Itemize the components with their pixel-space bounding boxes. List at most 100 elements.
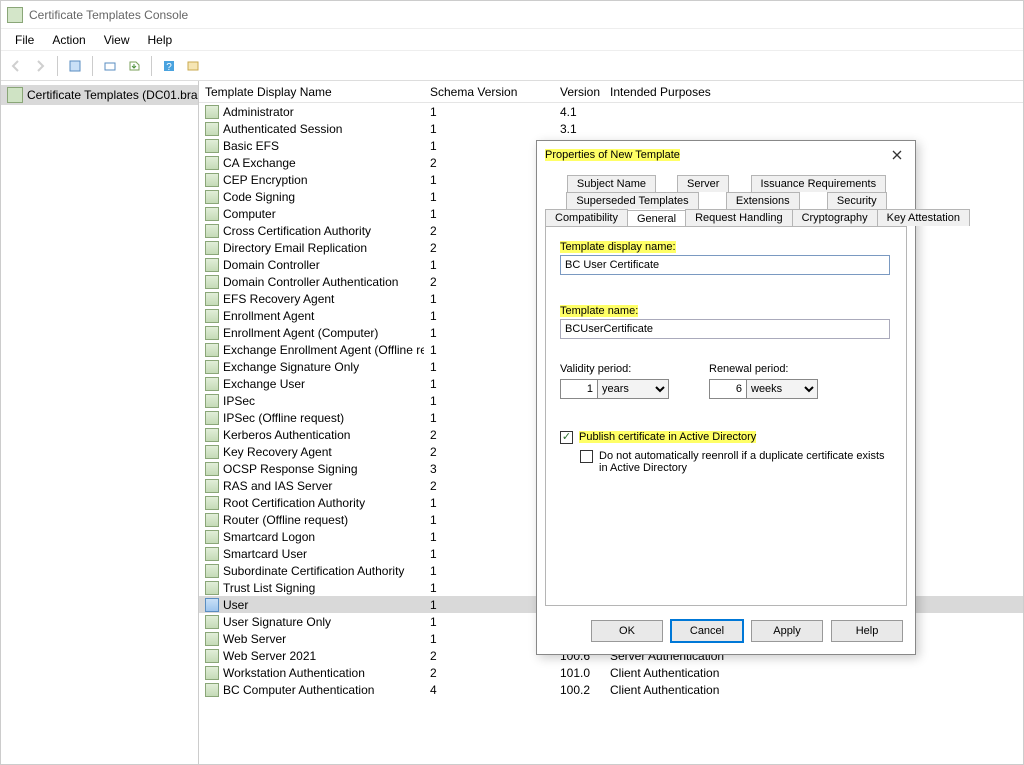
template-icon [205, 479, 219, 493]
close-button[interactable] [887, 145, 907, 165]
template-name-cell: Exchange User [223, 377, 305, 391]
schema-version-cell: 4 [424, 683, 554, 697]
table-row[interactable]: Administrator14.1 [199, 103, 1023, 120]
display-name-input[interactable] [560, 255, 890, 275]
tree-pane[interactable]: Certificate Templates (DC01.brainte [1, 81, 199, 764]
apply-button[interactable]: Apply [751, 620, 823, 642]
tab-cryptography[interactable]: Cryptography [792, 209, 878, 226]
tab-key-attestation[interactable]: Key Attestation [877, 209, 970, 226]
template-icon [205, 547, 219, 561]
schema-version-cell: 2 [424, 479, 554, 493]
dialog-titlebar: Properties of New Template [537, 141, 915, 169]
tab-issuance-requirements[interactable]: Issuance Requirements [751, 175, 887, 192]
tab-security[interactable]: Security [827, 192, 887, 209]
schema-version-cell: 2 [424, 224, 554, 238]
tab-compatibility[interactable]: Compatibility [545, 209, 628, 226]
template-icon [205, 105, 219, 119]
template-icon [205, 258, 219, 272]
template-name-cell: Trust List Signing [223, 581, 315, 595]
schema-version-cell: 1 [424, 547, 554, 561]
schema-version-cell: 1 [424, 207, 554, 221]
tabs-row-1: Subject Name Server Issuance Requirement… [556, 175, 896, 192]
tab-superseded-templates[interactable]: Superseded Templates [566, 192, 698, 209]
menu-file[interactable]: File [7, 31, 42, 49]
table-row[interactable]: Authenticated Session13.1 [199, 120, 1023, 137]
template-name-cell: Domain Controller [223, 258, 320, 272]
schema-version-cell: 2 [424, 649, 554, 663]
publish-in-ad-label: Publish certificate in Active Directory [579, 431, 756, 443]
template-name-cell: Directory Email Replication [223, 241, 367, 255]
template-icon [205, 411, 219, 425]
menu-view[interactable]: View [96, 31, 138, 49]
ok-button[interactable]: OK [591, 620, 663, 642]
version-cell: 3.1 [554, 122, 604, 136]
schema-version-cell: 2 [424, 275, 554, 289]
template-name-cell: Subordinate Certification Authority [223, 564, 404, 578]
console-icon [7, 7, 23, 23]
template-name-cell: EFS Recovery Agent [223, 292, 334, 306]
template-name-cell: Workstation Authentication [223, 666, 365, 680]
template-icon [205, 445, 219, 459]
template-name-cell: Key Recovery Agent [223, 445, 332, 459]
menu-help[interactable]: Help [140, 31, 181, 49]
refresh-button[interactable] [99, 55, 121, 77]
tab-server[interactable]: Server [677, 175, 729, 192]
menu-action[interactable]: Action [44, 31, 93, 49]
template-icon [205, 139, 219, 153]
template-name-cell: Administrator [223, 105, 294, 119]
publish-in-ad-checkbox[interactable] [560, 431, 573, 444]
tab-subject-name[interactable]: Subject Name [567, 175, 656, 192]
schema-version-cell: 1 [424, 632, 554, 646]
template-icon [205, 683, 219, 697]
cancel-button[interactable]: Cancel [671, 620, 743, 642]
template-name-cell: Root Certification Authority [223, 496, 365, 510]
validity-unit-select[interactable]: years [597, 379, 669, 399]
version-cell: 4.1 [554, 105, 604, 119]
schema-version-cell: 2 [424, 156, 554, 170]
tabs-row-2: Superseded Templates Extensions Security [552, 192, 900, 209]
new-template-dialog: Properties of New Template Subject Name … [536, 140, 916, 655]
tab-request-handling[interactable]: Request Handling [685, 209, 792, 226]
validity-label: Validity period: [560, 363, 669, 375]
dialog-button-row: OK Cancel Apply Help [537, 610, 915, 654]
schema-version-cell: 1 [424, 581, 554, 595]
table-row[interactable]: Workstation Authentication2101.0Client A… [199, 664, 1023, 681]
no-auto-reenroll-checkbox[interactable] [580, 450, 593, 463]
view-button[interactable] [182, 55, 204, 77]
help-button[interactable]: Help [831, 620, 903, 642]
export-button[interactable] [123, 55, 145, 77]
template-icon [205, 360, 219, 374]
template-icon [205, 530, 219, 544]
validity-number-input[interactable] [560, 379, 598, 399]
col-header-name[interactable]: Template Display Name [199, 85, 424, 99]
schema-version-cell: 2 [424, 241, 554, 255]
schema-version-cell: 1 [424, 530, 554, 544]
col-header-purpose[interactable]: Intended Purposes [604, 85, 1023, 99]
help-button[interactable]: ? [158, 55, 180, 77]
schema-version-cell: 1 [424, 122, 554, 136]
schema-version-cell: 1 [424, 394, 554, 408]
titlebar: Certificate Templates Console [1, 1, 1023, 29]
template-icon [205, 428, 219, 442]
tab-extensions[interactable]: Extensions [726, 192, 800, 209]
col-header-version[interactable]: Version [554, 85, 604, 99]
template-name-input[interactable] [560, 319, 890, 339]
tree-node-label: Certificate Templates (DC01.brainte [27, 88, 198, 102]
properties-button[interactable] [64, 55, 86, 77]
renewal-number-input[interactable] [709, 379, 747, 399]
template-icon [205, 224, 219, 238]
table-row[interactable]: BC Computer Authentication4100.2Client A… [199, 681, 1023, 698]
close-icon [892, 150, 902, 160]
template-name-cell: Exchange Signature Only [223, 360, 359, 374]
renewal-unit-select[interactable]: weeks [746, 379, 818, 399]
template-icon [205, 343, 219, 357]
template-icon [205, 326, 219, 340]
schema-version-cell: 1 [424, 173, 554, 187]
col-header-schema[interactable]: Schema Version [424, 85, 554, 99]
template-name-cell: Kerberos Authentication [223, 428, 350, 442]
schema-version-cell: 1 [424, 377, 554, 391]
tree-node-cert-templates[interactable]: Certificate Templates (DC01.brainte [1, 85, 198, 105]
schema-version-cell: 1 [424, 513, 554, 527]
tab-general[interactable]: General [627, 210, 686, 227]
template-name-cell: Enrollment Agent [223, 309, 314, 323]
